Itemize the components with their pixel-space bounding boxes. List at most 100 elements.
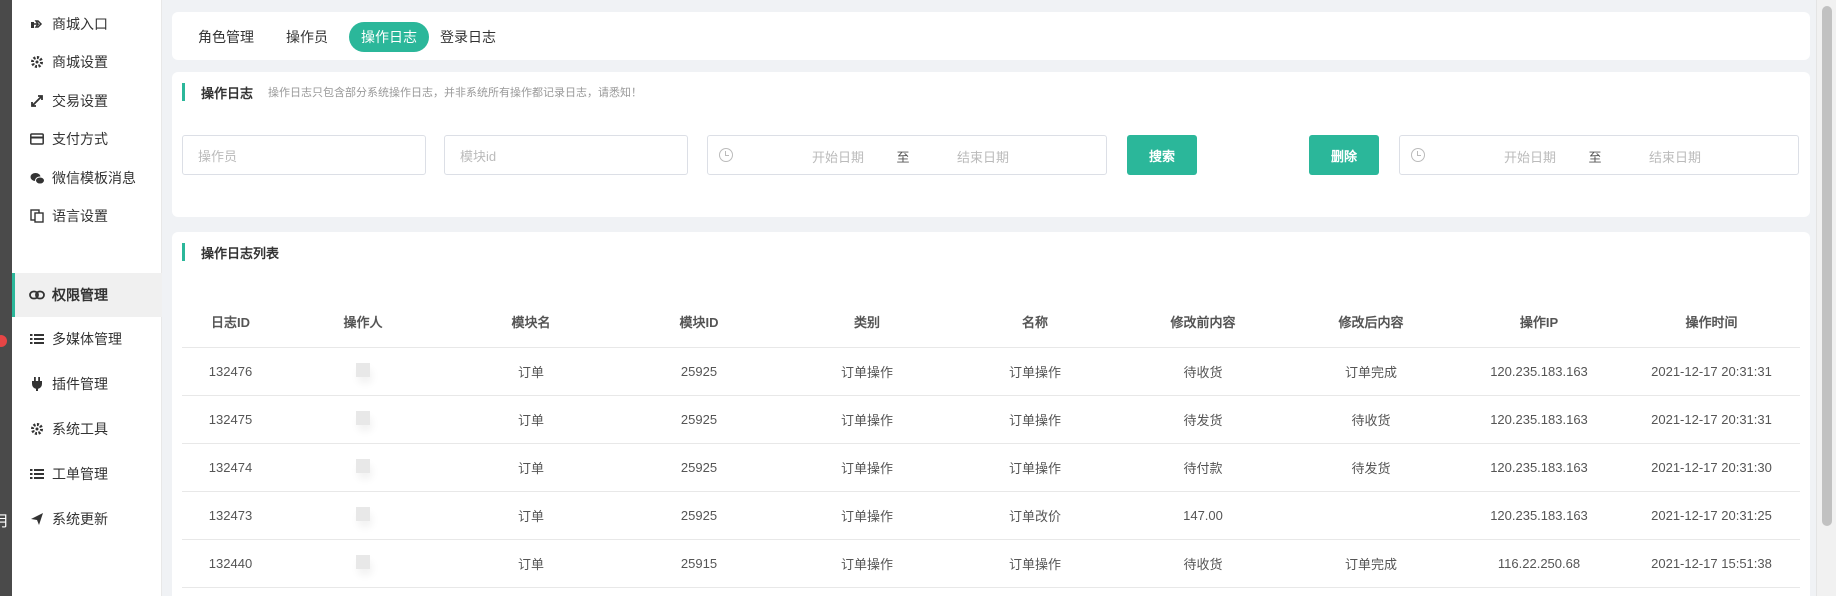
sidebar-item-label: 工单管理: [52, 466, 108, 482]
after-cell: 待收货: [1287, 395, 1455, 444]
tab-operation-log[interactable]: 操作日志: [349, 22, 429, 52]
before-cell: 待付款: [1119, 443, 1287, 492]
module-name-cell: 订单: [447, 395, 615, 444]
sidebar-item-label: 微信模板消息: [52, 170, 136, 186]
tab-roles[interactable]: 角色管理: [186, 22, 266, 52]
date-range-picker[interactable]: 开始日期 至 结束日期: [707, 135, 1107, 175]
start-date-placeholder[interactable]: 开始日期: [783, 147, 893, 166]
sidebar-item-system-tools[interactable]: 系统工具: [12, 407, 162, 451]
ip-cell: 120.235.183.163: [1455, 491, 1623, 540]
name-cell: 订单操作: [951, 443, 1119, 492]
tab-login-log[interactable]: 登录日志: [428, 22, 508, 52]
search-button[interactable]: 搜索: [1127, 135, 1197, 175]
time-cell: 2021-12-17 15:51:38: [1623, 539, 1800, 588]
operator-input[interactable]: 操作员: [182, 135, 426, 175]
column-header: 类别: [783, 297, 951, 348]
redacted-operator: [356, 458, 370, 473]
module-name-cell: 订单: [447, 443, 615, 492]
category-cell: 订单操作: [783, 395, 951, 444]
sidebar-item-label: 插件管理: [52, 376, 108, 392]
column-header: 操作IP: [1455, 297, 1623, 348]
wechat-icon: [29, 170, 45, 186]
sidebar-item-permissions[interactable]: 权限管理: [12, 273, 162, 317]
section-title-text: 操作日志列表: [201, 245, 280, 261]
scrollbar-thumb[interactable]: [1822, 6, 1832, 526]
column-header: 修改前内容: [1119, 297, 1287, 348]
sidebar-item-system-update[interactable]: 系统更新: [12, 497, 162, 541]
end-date-placeholder[interactable]: 结束日期: [1620, 147, 1730, 166]
log-list-panel: 操作日志列表 日志ID 操作人 模块名 模块ID 类别 名称 修改前内容 修改后…: [172, 232, 1810, 596]
before-cell: 待发货: [1119, 395, 1287, 444]
delete-button[interactable]: 删除: [1309, 135, 1379, 175]
sidebar-item-tickets[interactable]: 工单管理: [12, 452, 162, 496]
module-id-cell: 25915: [615, 539, 783, 588]
sidebar-item-label: 商城入口: [52, 16, 108, 32]
end-date-placeholder[interactable]: 结束日期: [928, 147, 1038, 166]
section-hint: 操作日志只包含部分系统操作日志，并非系统所有操作都记录日志，请悉知！: [268, 87, 643, 99]
sidebar-item-label: 系统更新: [52, 511, 108, 527]
section-title-text: 操作日志: [201, 85, 254, 101]
sidebar-item-shop-settings[interactable]: 商城设置: [12, 40, 162, 84]
exchange-icon: [29, 93, 45, 109]
name-cell: 订单操作: [951, 347, 1119, 396]
column-header: 修改后内容: [1287, 297, 1455, 348]
before-cell: 待收货: [1119, 347, 1287, 396]
time-cell: 2021-12-17 20:31:25: [1623, 491, 1800, 540]
delete-date-range-picker[interactable]: 开始日期 至 结束日期: [1399, 135, 1799, 175]
module-id-input[interactable]: 模块id: [444, 135, 688, 175]
log-id-cell: 132473: [182, 491, 279, 540]
sidebar-item-label: 语言设置: [52, 208, 108, 224]
after-cell: [1287, 491, 1455, 540]
time-cell: 2021-12-17 20:31:31: [1623, 395, 1800, 444]
ip-cell: 120.235.183.163: [1455, 347, 1623, 396]
table-row: 132475 订单 25925 订单操作 订单操作 待发货 待收货 120.23…: [182, 395, 1800, 444]
sidebar-item-label: 交易设置: [52, 93, 108, 109]
gear-icon: [29, 54, 45, 70]
operator-placeholder: 操作员: [198, 148, 238, 164]
sidebar-item-label: 商城设置: [52, 54, 108, 70]
operator-cell: [279, 347, 447, 396]
language-icon: [29, 208, 45, 224]
after-cell: 订单完成: [1287, 347, 1455, 396]
sidebar-item-label: 权限管理: [52, 287, 108, 303]
log-id-cell: 132476: [182, 347, 279, 396]
section-title: 操作日志列表: [182, 242, 279, 262]
operator-cell: [279, 443, 447, 492]
log-id-cell: 132474: [182, 443, 279, 492]
module-name-cell: 订单: [447, 491, 615, 540]
table-header-row: 日志ID 操作人 模块名 模块ID 类别 名称 修改前内容 修改后内容 操作IP…: [182, 297, 1800, 348]
table-row: 132476 订单 25925 订单操作 订单操作 待收货 订单完成 120.2…: [182, 347, 1800, 396]
sidebar: 商城入口 商城设置 交易设置 支付方式 微信模板消息 语言设置 权限管理 多媒体…: [12, 0, 162, 596]
column-header: 操作人: [279, 297, 447, 348]
vertical-scrollbar[interactable]: [1816, 0, 1836, 596]
after-cell: 待发货: [1287, 443, 1455, 492]
sidebar-item-label: 系统工具: [52, 421, 108, 437]
plug-icon: [29, 376, 45, 392]
gear-icon: [29, 421, 45, 437]
operator-cell: [279, 395, 447, 444]
column-header: 名称: [951, 297, 1119, 348]
sidebar-item-plugins[interactable]: 插件管理: [12, 362, 162, 406]
cut-off-text: 月: [0, 513, 10, 530]
column-header: 模块ID: [615, 297, 783, 348]
sidebar-item-label: 支付方式: [52, 131, 108, 147]
module-id-cell: 25925: [615, 347, 783, 396]
tab-operators[interactable]: 操作员: [274, 22, 340, 52]
filter-panel: 操作日志 操作日志只包含部分系统操作日志，并非系统所有操作都记录日志，请悉知！ …: [172, 72, 1810, 217]
redacted-operator: [356, 410, 370, 425]
sidebar-item-language[interactable]: 语言设置: [12, 194, 162, 238]
accent-bar: [182, 83, 185, 101]
left-edge-strip: 月: [0, 0, 12, 596]
sidebar-item-media[interactable]: 多媒体管理: [12, 317, 162, 361]
section-title: 操作日志 操作日志只包含部分系统操作日志，并非系统所有操作都记录日志，请悉知！: [182, 82, 642, 102]
name-cell: 订单操作: [951, 539, 1119, 588]
sidebar-item-payment[interactable]: 支付方式: [12, 117, 162, 161]
name-cell: 订单改价: [951, 491, 1119, 540]
module-id-cell: 25925: [615, 491, 783, 540]
start-date-placeholder[interactable]: 开始日期: [1475, 147, 1585, 166]
before-cell: 147.00: [1119, 491, 1287, 540]
category-cell: 订单操作: [783, 539, 951, 588]
before-cell: 待收货: [1119, 539, 1287, 588]
table-row: 132474 订单 25925 订单操作 订单操作 待付款 待发货 120.23…: [182, 443, 1800, 492]
category-cell: 订单操作: [783, 347, 951, 396]
